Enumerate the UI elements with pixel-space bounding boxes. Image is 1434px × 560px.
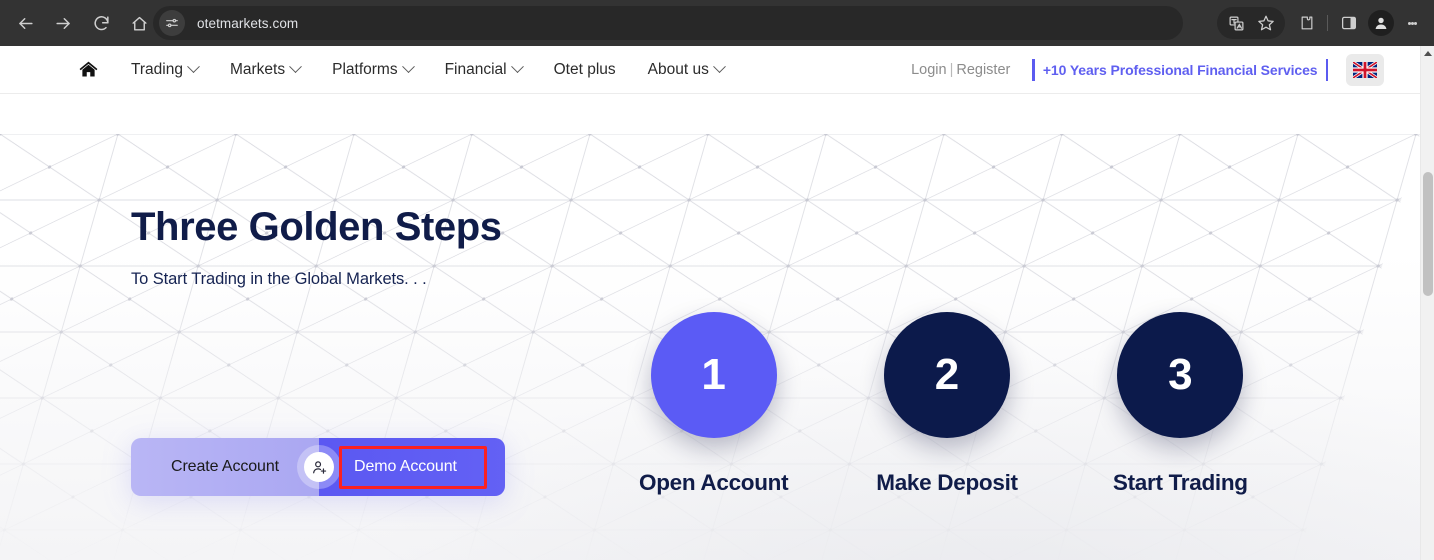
translate-icon: [1229, 16, 1243, 30]
browser-toolbar-right: [1217, 0, 1434, 46]
demo-account-label: Demo Account: [354, 458, 457, 475]
step-2-circle: 2: [883, 312, 1010, 438]
nav-item-about-us[interactable]: About us: [647, 60, 726, 79]
step-start-trading[interactable]: 3 Start Trading: [1064, 312, 1297, 496]
scrollbar-thumb[interactable]: [1423, 172, 1433, 296]
site-navigation-bar: Trading Markets Platforms Financial Otet…: [0, 46, 1420, 94]
nav-item-label: Financial: [444, 60, 507, 78]
nav-menu: Trading Markets Platforms Financial Otet…: [131, 60, 726, 79]
omnibox-action-pill: [1217, 7, 1285, 39]
add-user-icon: [312, 460, 326, 474]
step-label: Start Trading: [1112, 470, 1248, 495]
chevron-down-icon: [289, 60, 302, 74]
profile-button[interactable]: [1368, 10, 1394, 36]
scrollbar-up-button[interactable]: [1421, 46, 1434, 60]
puzzle-icon: [1301, 16, 1313, 30]
nav-item-trading[interactable]: Trading: [131, 60, 200, 79]
bookmark-button[interactable]: [1251, 8, 1281, 38]
tagline-bar-right: [1325, 59, 1328, 81]
tune-icon: [166, 18, 178, 28]
step-1-circle: 1: [650, 312, 777, 438]
side-panel-icon: [1341, 16, 1357, 30]
back-arrow-icon: [18, 17, 33, 29]
reload-icon: [93, 15, 109, 30]
login-link[interactable]: Login: [911, 62, 946, 78]
login-register-group[interactable]: Login | Register: [911, 62, 1010, 78]
scroll-up-arrow-icon: [1424, 50, 1432, 56]
hero-section: Three Golden Steps To Start Trading in t…: [0, 94, 1420, 560]
side-panel-button[interactable]: [1334, 8, 1364, 38]
three-steps-group: 1 Open Account 2 Make Deposit 3 Start Tr…: [597, 312, 1297, 496]
cta-button-group: Create Account Demo Account: [131, 438, 505, 496]
chevron-down-icon: [712, 60, 726, 74]
page-scrollbar[interactable]: [1420, 46, 1434, 560]
language-selector-button[interactable]: [1346, 54, 1384, 86]
toolbar-divider: [1327, 15, 1328, 31]
browser-menu-button[interactable]: [1398, 8, 1426, 38]
nav-item-markets[interactable]: Markets: [229, 60, 302, 79]
chevron-down-icon: [510, 60, 524, 74]
step-label: Open Account: [639, 470, 789, 495]
browser-nav-buttons: [0, 4, 158, 42]
address-bar[interactable]: otetmarkets.com: [153, 6, 1183, 40]
register-link[interactable]: Register: [956, 62, 1010, 78]
home-icon: [79, 61, 98, 77]
address-bar-url[interactable]: otetmarkets.com: [197, 16, 298, 31]
nav-home-link[interactable]: [78, 59, 99, 80]
chevron-down-icon: [187, 60, 200, 74]
step-number: 2: [934, 350, 960, 399]
nav-item-label: Platforms: [332, 60, 398, 78]
star-icon: [1258, 15, 1274, 31]
step-number: 3: [1168, 350, 1193, 399]
browser-toolbar: otetmarkets.com: [0, 0, 1434, 46]
translate-button[interactable]: [1221, 8, 1251, 38]
site-info-button[interactable]: [159, 10, 185, 36]
hero-subtitle: To Start Trading in the Global Markets. …: [131, 270, 427, 288]
chevron-down-icon: [401, 60, 415, 74]
tagline-banner: +10 Years Professional Financial Service…: [1032, 59, 1328, 81]
step-make-deposit[interactable]: 2 Make Deposit: [830, 312, 1063, 496]
forward-button[interactable]: [44, 4, 82, 42]
reload-button[interactable]: [82, 4, 120, 42]
add-user-icon-badge[interactable]: [304, 452, 334, 482]
step-label: Make Deposit: [876, 470, 1018, 495]
back-button[interactable]: [6, 4, 44, 42]
nav-item-financial[interactable]: Financial: [444, 60, 524, 79]
nav-right-group: Login | Register +10 Years Professional Fi…: [911, 46, 1420, 94]
step-open-account[interactable]: 1 Open Account: [597, 312, 830, 496]
login-register-separator: |: [949, 62, 954, 78]
create-account-button[interactable]: Create Account: [131, 438, 319, 496]
nav-item-label: Markets: [229, 60, 286, 78]
nav-item-label: About us: [647, 60, 709, 78]
nav-item-label: Otet plus: [553, 60, 616, 78]
step-3-circle: 3: [1117, 312, 1244, 438]
forward-arrow-icon: [55, 17, 70, 29]
nav-item-otet-plus[interactable]: Otet plus: [554, 61, 616, 79]
create-account-label: Create Account: [171, 458, 279, 475]
kebab-dot: [1413, 21, 1417, 25]
page-viewport: Trading Markets Platforms Financial Otet…: [0, 46, 1420, 560]
tagline-text: +10 Years Professional Financial Service…: [1042, 62, 1318, 78]
step-number: 1: [701, 350, 726, 399]
account-avatar-icon: [1375, 17, 1387, 29]
nav-item-label: Trading: [131, 60, 183, 78]
nav-item-platforms[interactable]: Platforms: [332, 60, 415, 79]
page-title: Three Golden Steps: [131, 205, 502, 249]
hero-copy: Three Golden Steps To Start Trading in t…: [131, 206, 601, 289]
browser-home-icon: [131, 16, 147, 31]
demo-account-button[interactable]: Demo Account: [319, 438, 505, 496]
extensions-button[interactable]: [1291, 8, 1321, 38]
uk-flag-icon: [1353, 62, 1377, 78]
